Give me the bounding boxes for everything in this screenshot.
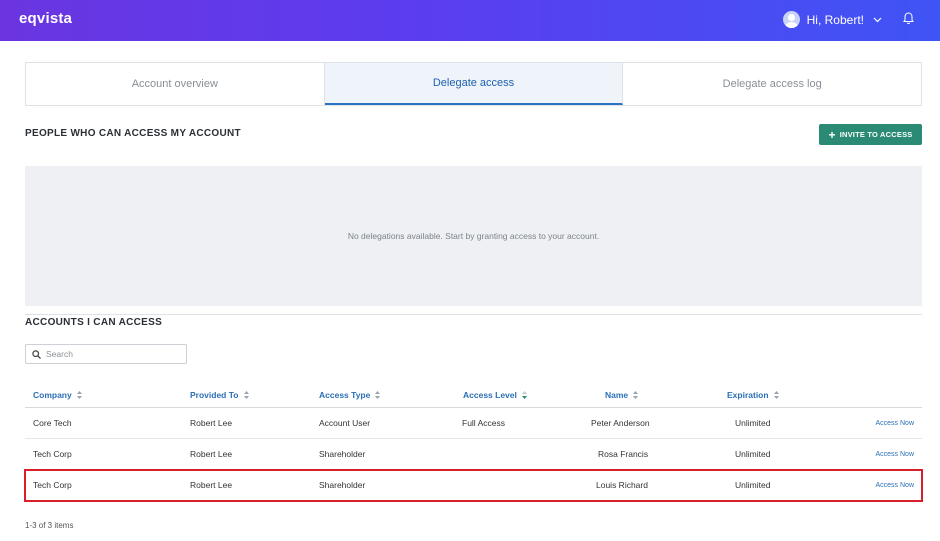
search-icon	[32, 349, 41, 359]
access-now-link[interactable]: Access Now	[875, 470, 914, 500]
user-menu[interactable]: Hi, Robert!	[782, 11, 882, 28]
cell-name: Rosa Francis	[598, 449, 649, 459]
column-header-company[interactable]: Company	[33, 383, 82, 407]
empty-delegations-message: No delegations available. Start by grant…	[347, 231, 600, 241]
sort-icon	[375, 391, 381, 399]
chevron-down-icon	[873, 17, 882, 22]
accounts-table: Company Provided To Access Type Access L…	[24, 383, 923, 502]
cell-name: Louis Richard	[596, 480, 648, 490]
cell-provided-to: Robert Lee	[190, 449, 233, 459]
empty-delegations-panel: No delegations available. Start by grant…	[25, 166, 922, 306]
column-header-expiration[interactable]: Expiration	[727, 383, 779, 407]
bell-icon[interactable]	[903, 12, 914, 25]
eqvista-logo[interactable]: eqvista	[19, 10, 72, 27]
sort-descending-icon	[521, 391, 527, 399]
column-header-provided-to[interactable]: Provided To	[190, 383, 249, 407]
cell-name: Peter Anderson	[591, 418, 650, 428]
cell-access-type: Shareholder	[319, 449, 366, 459]
column-header-name[interactable]: Name	[605, 383, 639, 407]
tab-delegate-access[interactable]: Delegate access	[324, 63, 624, 105]
cell-expiration: Unlimited	[735, 418, 771, 428]
cell-company: Tech Corp	[33, 480, 72, 490]
table-row-highlighted: Tech Corp Robert Lee Shareholder Louis R…	[24, 469, 923, 502]
table-row: Core Tech Robert Lee Account User Full A…	[25, 408, 922, 439]
plus-icon: +	[828, 127, 836, 142]
cell-expiration: Unlimited	[735, 480, 771, 490]
sort-icon	[76, 391, 82, 399]
section-divider	[25, 314, 922, 315]
invite-to-access-button[interactable]: + INVITE TO ACCESS	[819, 124, 922, 145]
cell-expiration: Unlimited	[735, 449, 771, 459]
search-input[interactable]	[46, 349, 176, 359]
user-greeting: Hi, Robert!	[806, 12, 864, 27]
invite-button-label: INVITE TO ACCESS	[839, 130, 913, 139]
sort-icon	[243, 391, 249, 399]
top-navigation-bar: eqvista Hi, Robert!	[0, 0, 940, 41]
delegate-tabs: Account overview Delegate access Delegat…	[25, 62, 922, 106]
people-section-title: PEOPLE WHO CAN ACCESS MY ACCOUNT	[25, 128, 241, 139]
column-header-access-level[interactable]: Access Level	[463, 383, 527, 407]
cell-provided-to: Robert Lee	[190, 418, 233, 428]
tab-delegate-access-log[interactable]: Delegate access log	[623, 63, 921, 105]
sort-icon	[633, 391, 639, 399]
table-header-row: Company Provided To Access Type Access L…	[25, 383, 922, 408]
table-row: Tech Corp Robert Lee Shareholder Rosa Fr…	[25, 439, 922, 470]
cell-access-level: Full Access	[462, 418, 505, 428]
access-now-link[interactable]: Access Now	[875, 408, 914, 438]
sort-icon	[773, 391, 779, 399]
avatar	[782, 11, 800, 28]
accounts-section-title: ACCOUNTS I CAN ACCESS	[25, 317, 163, 328]
search-box	[25, 344, 187, 364]
cell-provided-to: Robert Lee	[190, 480, 233, 490]
tab-account-overview[interactable]: Account overview	[26, 63, 325, 105]
access-now-link[interactable]: Access Now	[875, 439, 914, 469]
column-header-access-type[interactable]: Access Type	[319, 383, 381, 407]
cell-company: Core Tech	[33, 418, 72, 428]
cell-access-type: Shareholder	[319, 480, 366, 490]
cell-company: Tech Corp	[33, 449, 72, 459]
cell-access-type: Account User	[319, 418, 371, 428]
pagination-summary: 1-3 of 3 items	[25, 521, 74, 530]
